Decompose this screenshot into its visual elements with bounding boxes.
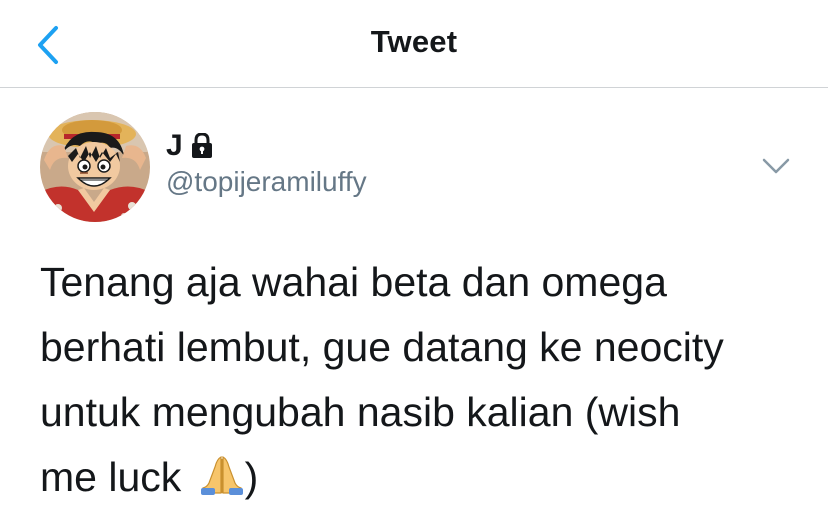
tweet-detail: J @topijeramiluffy Tenang aja wahai beta… [0, 89, 828, 526]
folded-hands-icon [199, 455, 245, 495]
tweet-text-body: Tenang aja wahai beta dan omega berhati … [40, 259, 724, 500]
tweet-text: Tenang aja wahai beta dan omega berhati … [40, 250, 800, 510]
avatar[interactable] [40, 112, 150, 222]
tweet-text-end: ) [244, 454, 259, 500]
page-title: Tweet [370, 24, 458, 59]
lock-icon [191, 133, 213, 159]
user-handle[interactable]: @topijeramiluffy [166, 165, 367, 199]
display-name-row: J [166, 129, 367, 163]
tweet-author: J @topijeramiluffy [166, 129, 367, 199]
avatar-image [40, 112, 150, 222]
chevron-down-icon [762, 158, 790, 174]
top-nav-bar: Tweet [0, 0, 828, 88]
display-name[interactable]: J [166, 129, 183, 163]
tweet-options-button[interactable] [760, 155, 792, 177]
